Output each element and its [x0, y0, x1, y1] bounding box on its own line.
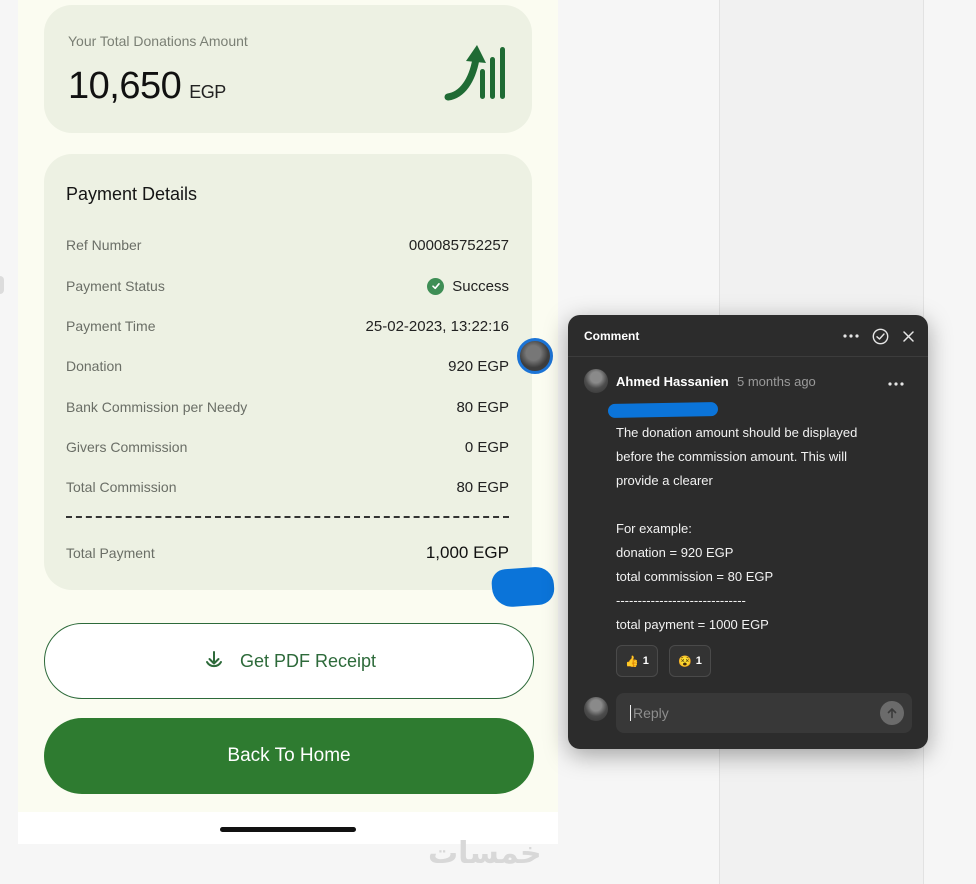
- home-button-label: Back To Home: [227, 745, 351, 766]
- detail-row-donation: Donation 920 EGP: [66, 355, 509, 377]
- payment-details-title: Payment Details: [66, 184, 198, 204]
- reply-input[interactable]: [630, 705, 870, 721]
- detail-label: Ref Number: [66, 237, 142, 253]
- get-pdf-receipt-button[interactable]: Get PDF Receipt: [44, 623, 534, 699]
- detail-value: 80 EGP: [456, 398, 509, 416]
- comment-line: For example:: [616, 521, 692, 536]
- reaction-count: 1: [642, 655, 649, 667]
- detail-value: 000085752257: [408, 236, 509, 254]
- dizzy-face-icon: 😵: [678, 655, 692, 668]
- comment-line: ------------------------------: [616, 593, 746, 608]
- comment-more-icon[interactable]: [888, 373, 904, 391]
- comment-line: total payment = 1000 EGP: [616, 617, 769, 632]
- arrow-up-icon: [887, 708, 897, 719]
- total-donations-number: 10,650: [68, 65, 182, 107]
- detail-row-total-payment: Total Payment 1,000 EGP: [66, 542, 509, 564]
- success-check-icon: [427, 277, 445, 295]
- payment-status-value: Success: [427, 277, 509, 295]
- comment-popup: Comment Ahmed Hassanien 5 months ago The…: [568, 315, 928, 749]
- watermark-logo: خمسات: [428, 836, 542, 871]
- send-button[interactable]: [880, 701, 904, 725]
- payment-details-card: Payment Details Ref Number 000085752257 …: [44, 154, 532, 590]
- comment-body: The donation amount should be displayed …: [616, 421, 906, 637]
- comment-timestamp: 5 months ago: [737, 374, 816, 389]
- pdf-button-label: Get PDF Receipt: [239, 650, 377, 671]
- detail-row-total-commission: Total Commission 80 EGP: [66, 476, 509, 498]
- growth-chart-icon: [444, 45, 505, 101]
- detail-value: 0 EGP: [464, 438, 509, 456]
- close-icon[interactable]: [897, 325, 919, 347]
- comment-header: Comment: [568, 315, 928, 357]
- detail-row-ref-number: Ref Number 000085752257: [66, 234, 509, 256]
- reply-box[interactable]: [616, 693, 912, 733]
- status-badge: Success: [452, 277, 509, 295]
- dashed-divider: [66, 516, 509, 518]
- detail-value: 25-02-2023, 13:22:16: [365, 317, 509, 335]
- detail-value: 80 EGP: [456, 478, 509, 496]
- detail-value: 920 EGP: [448, 357, 509, 375]
- total-donations-currency: EGP: [189, 82, 226, 102]
- reaction-thumbs-up[interactable]: 👍 1: [616, 645, 658, 677]
- comment-line: The donation amount should be displayed: [616, 425, 858, 440]
- total-payment-label: Total Payment: [66, 545, 155, 561]
- detail-label: Donation: [66, 358, 123, 374]
- comment-pin-avatar[interactable]: [517, 338, 553, 374]
- annotation-scribble: [490, 565, 556, 609]
- total-payment-value: 1,000 EGP: [425, 543, 509, 562]
- detail-row-givers-commission: Givers Commission 0 EGP: [66, 436, 509, 458]
- comment-author: Ahmed Hassanien: [616, 374, 729, 389]
- detail-label: Payment Time: [66, 318, 156, 334]
- comment-title: Comment: [584, 329, 640, 343]
- detail-label: Givers Commission: [66, 439, 188, 455]
- total-donations-amount: 10,650 EGP: [68, 65, 226, 108]
- thumbs-up-icon: 👍: [625, 655, 639, 668]
- home-indicator[interactable]: [220, 827, 356, 832]
- comment-line: [616, 493, 906, 517]
- download-icon: [205, 651, 222, 668]
- resolve-check-icon[interactable]: [869, 325, 891, 347]
- reaction-count: 1: [695, 655, 702, 667]
- comment-line: before the commission amount. This will: [616, 449, 847, 464]
- detail-row-payment-time: Payment Time 25-02-2023, 13:22:16: [66, 315, 509, 337]
- detail-label: Payment Status: [66, 278, 165, 294]
- detail-label: Total Commission: [66, 479, 177, 495]
- detail-row-bank-commission: Bank Commission per Needy 80 EGP: [66, 396, 509, 418]
- comment-line: total commission = 80 EGP: [616, 569, 774, 584]
- detail-label: Bank Commission per Needy: [66, 399, 248, 415]
- comment-line: provide a clearer: [616, 473, 713, 488]
- detail-row-payment-status: Payment Status Success: [66, 275, 509, 297]
- redacted-mention: [607, 402, 719, 418]
- total-donations-label: Your Total Donations Amount: [68, 33, 248, 49]
- avatar: [584, 369, 608, 393]
- avatar: [584, 697, 608, 721]
- reaction-dizzy-face[interactable]: 😵 1: [669, 645, 711, 677]
- total-donations-card: Your Total Donations Amount 10,650 EGP: [44, 5, 532, 133]
- comment-line: donation = 920 EGP: [616, 545, 734, 560]
- more-options-icon[interactable]: [840, 325, 862, 347]
- back-to-home-button[interactable]: Back To Home: [44, 718, 534, 794]
- canvas-edge-marker: [0, 276, 4, 294]
